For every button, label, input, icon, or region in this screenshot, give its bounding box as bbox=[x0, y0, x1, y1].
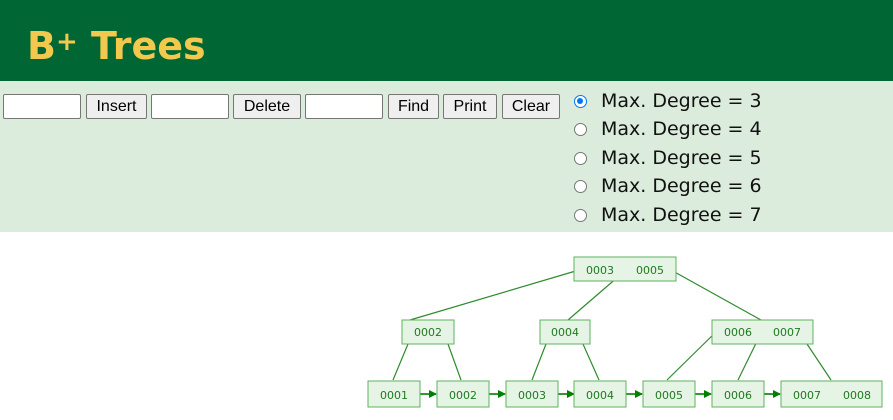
tree-edge bbox=[531, 343, 547, 381]
tree-edge bbox=[447, 343, 462, 381]
node-key: 0005 bbox=[655, 389, 683, 402]
degree-option-label: Max. Degree = 7 bbox=[601, 204, 762, 226]
degree-option-label: Max. Degree = 4 bbox=[601, 118, 762, 140]
degree-option-4[interactable]: Max. Degree = 4 bbox=[574, 115, 762, 143]
delete-button[interactable]: Delete bbox=[233, 94, 301, 119]
radio-button[interactable] bbox=[574, 179, 587, 193]
radio-button[interactable] bbox=[574, 151, 587, 165]
node-key: 0006 bbox=[724, 389, 752, 402]
tree-edge bbox=[392, 343, 409, 381]
node-key: 0003 bbox=[586, 264, 614, 277]
clear-button[interactable]: Clear bbox=[502, 94, 560, 119]
print-button[interactable]: Print bbox=[443, 94, 497, 119]
find-button[interactable]: Find bbox=[388, 94, 439, 119]
tree-root-node: 0003 0005 bbox=[573, 256, 677, 282]
tree-edge bbox=[666, 328, 720, 381]
tree-leaf-node: 0007 0008 bbox=[780, 380, 883, 408]
degree-option-5[interactable]: Max. Degree = 5 bbox=[574, 144, 762, 172]
tree-internal-node: 0006 0007 bbox=[711, 319, 814, 345]
degree-option-3[interactable]: Max. Degree = 3 bbox=[574, 87, 762, 115]
tree-edge bbox=[670, 269, 762, 321]
degree-option-6[interactable]: Max. Degree = 6 bbox=[574, 172, 762, 200]
node-key: 0001 bbox=[380, 389, 408, 402]
node-key: 0007 bbox=[793, 389, 821, 402]
degree-option-label: Max. Degree = 3 bbox=[601, 90, 762, 112]
tree-edge bbox=[582, 343, 600, 381]
delete-input[interactable] bbox=[151, 94, 229, 119]
title-suffix: Trees bbox=[77, 24, 206, 68]
title-superscript: + bbox=[55, 27, 78, 57]
control-bar: Insert Delete Find Print Clear Max. Degr… bbox=[0, 81, 893, 232]
page-title: B+ Trees bbox=[27, 18, 206, 74]
page-header: B+ Trees bbox=[0, 0, 893, 81]
title-text: B bbox=[27, 24, 56, 68]
node-key: 0004 bbox=[586, 389, 614, 402]
node-key: 0007 bbox=[773, 326, 801, 339]
find-input[interactable] bbox=[305, 94, 383, 119]
insert-button[interactable]: Insert bbox=[86, 94, 147, 119]
tree-edge bbox=[806, 343, 832, 381]
tree-leaf-node: 0004 bbox=[573, 380, 627, 408]
radio-button[interactable] bbox=[574, 94, 587, 108]
node-key: 0008 bbox=[843, 389, 871, 402]
tree-edge bbox=[409, 269, 580, 321]
tree-internal-node: 0004 bbox=[539, 319, 591, 345]
tree-leaf-node: 0001 bbox=[367, 380, 421, 408]
tree-leaf-node: 0002 bbox=[436, 380, 490, 408]
tree-leaf-node: 0006 bbox=[711, 380, 765, 408]
degree-option-label: Max. Degree = 6 bbox=[601, 175, 762, 197]
node-key: 0004 bbox=[551, 326, 579, 339]
tree-leaf-node: 0003 bbox=[505, 380, 559, 408]
degree-option-label: Max. Degree = 5 bbox=[601, 147, 762, 169]
node-key: 0003 bbox=[518, 389, 546, 402]
tree-leaf-node: 0005 bbox=[642, 380, 696, 408]
node-key: 0002 bbox=[414, 326, 442, 339]
radio-button[interactable] bbox=[574, 122, 587, 136]
radio-button[interactable] bbox=[574, 208, 587, 222]
node-key: 0006 bbox=[724, 326, 752, 339]
tree-internal-node: 0002 bbox=[401, 319, 455, 345]
node-key: 0005 bbox=[636, 264, 664, 277]
degree-option-7[interactable]: Max. Degree = 7 bbox=[574, 201, 762, 229]
bplus-tree-canvas: 0003 0005 0002 0004 0006 0007 0001 0002 … bbox=[367, 256, 883, 408]
node-key: 0002 bbox=[449, 389, 477, 402]
insert-input[interactable] bbox=[3, 94, 81, 119]
